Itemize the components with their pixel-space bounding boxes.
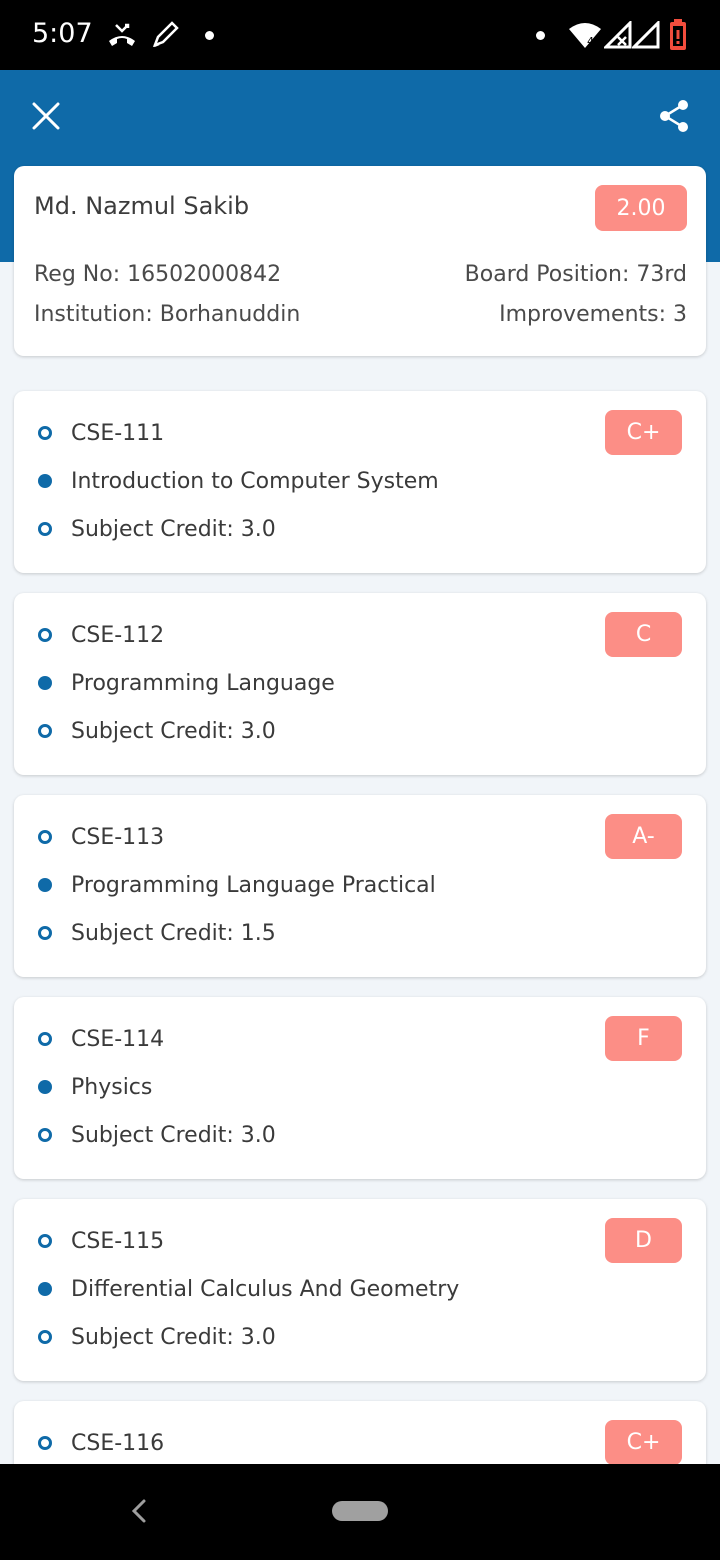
subject-code-row: CSE-114: [38, 1023, 164, 1055]
subject-code-row: CSE-113: [38, 821, 164, 853]
dot-bullet-icon: [38, 878, 52, 892]
subject-credit: Subject Credit: 3.0: [71, 1122, 276, 1148]
signal-icon: [632, 18, 660, 52]
dot-bullet-icon: [38, 1282, 52, 1296]
grade-badge: F: [605, 1016, 682, 1061]
subject-credit: Subject Credit: 1.5: [71, 920, 276, 946]
ring-bullet-icon: [38, 426, 52, 440]
ring-bullet-icon: [38, 1234, 52, 1248]
svg-text:4: 4: [587, 35, 594, 48]
subject-credit: Subject Credit: 3.0: [71, 516, 276, 542]
subject-credit-row: Subject Credit: 3.0: [38, 715, 276, 747]
subject-title: Introduction to Computer System: [71, 468, 439, 494]
ring-bullet-icon: [38, 1330, 52, 1344]
missed-call-icon: [106, 18, 138, 52]
dot-bullet-icon: [38, 676, 52, 690]
ring-bullet-icon: [38, 830, 52, 844]
reg-no: Reg No: 16502000842: [34, 262, 282, 287]
subject-title-row: Differential Calculus And Geometry: [38, 1273, 459, 1305]
pen-icon: [150, 18, 180, 52]
subject-code: CSE-114: [71, 1026, 165, 1052]
subject-title: Physics: [71, 1074, 153, 1100]
ring-bullet-icon: [38, 926, 52, 940]
subject-credit: Subject Credit: 3.0: [71, 1324, 276, 1350]
subject-credit-row: Subject Credit: 1.5: [38, 917, 276, 949]
subject-code: CSE-113: [71, 824, 165, 850]
subject-card[interactable]: CSE-114 F Physics Subject Credit: 3.0: [14, 997, 706, 1179]
subject-code-row: CSE-116: [38, 1427, 164, 1459]
home-pill-icon[interactable]: [332, 1501, 388, 1521]
subject-code-row: CSE-115: [38, 1225, 164, 1257]
student-name: Md. Nazmul Sakib: [34, 192, 250, 220]
subject-code-row: CSE-112: [38, 619, 164, 651]
share-icon[interactable]: [656, 98, 692, 134]
grade-badge: C: [605, 612, 682, 657]
status-bar: 5:07 4: [0, 0, 720, 70]
ring-bullet-icon: [38, 1032, 52, 1046]
ring-bullet-icon: [38, 522, 52, 536]
dot-bullet-icon: [38, 474, 52, 488]
subject-title: Differential Calculus And Geometry: [71, 1276, 460, 1302]
wifi-icon: 4: [568, 18, 602, 52]
subject-title-row: Physics: [38, 1071, 152, 1103]
dot-icon: [205, 18, 214, 52]
subject-code-row: CSE-111: [38, 417, 164, 449]
subject-credit-row: Subject Credit: 3.0: [38, 1321, 276, 1353]
subject-credit-row: Subject Credit: 3.0: [38, 1119, 276, 1151]
institution: Institution: Borhanuddin: [34, 302, 301, 327]
subject-code: CSE-111: [71, 420, 165, 446]
subject-code: CSE-116: [71, 1430, 165, 1456]
subject-title: Programming Language: [71, 670, 335, 696]
ring-bullet-icon: [38, 1128, 52, 1142]
subject-card[interactable]: CSE-113 A- Programming Language Practica…: [14, 795, 706, 977]
subject-title: Programming Language Practical: [71, 872, 436, 898]
signal-icon: [604, 18, 632, 52]
subject-credit: Subject Credit: 3.0: [71, 718, 276, 744]
student-info-card: Md. Nazmul Sakib 2.00 Reg No: 1650200084…: [14, 166, 706, 356]
battery-low-icon: [668, 18, 688, 52]
board-position: Board Position: 73rd: [464, 262, 687, 287]
subject-credit-row: Subject Credit: 3.0: [38, 513, 276, 545]
subject-title-row: Programming Language Practical: [38, 869, 436, 901]
subject-title-row: Programming Language: [38, 667, 335, 699]
subject-card[interactable]: CSE-112 C Programming Language Subject C…: [14, 593, 706, 775]
navigation-bar: [0, 1464, 720, 1560]
subject-code: CSE-112: [71, 622, 165, 648]
subject-card[interactable]: CSE-115 D Differential Calculus And Geom…: [14, 1199, 706, 1381]
grade-badge: A-: [605, 814, 682, 859]
back-icon[interactable]: [126, 1496, 152, 1526]
dot-icon: [536, 18, 545, 52]
close-icon[interactable]: [26, 96, 66, 136]
subject-card[interactable]: CSE-111 C+ Introduction to Computer Syst…: [14, 391, 706, 573]
ring-bullet-icon: [38, 724, 52, 738]
ring-bullet-icon: [38, 628, 52, 642]
grade-badge: C+: [605, 410, 682, 455]
grade-badge: C+: [605, 1420, 682, 1465]
gpa-badge: 2.00: [595, 185, 687, 231]
subject-code: CSE-115: [71, 1228, 165, 1254]
subject-title-row: Introduction to Computer System: [38, 465, 439, 497]
dot-bullet-icon: [38, 1080, 52, 1094]
status-time: 5:07: [32, 18, 93, 49]
ring-bullet-icon: [38, 1436, 52, 1450]
improvements: Improvements: 3: [499, 302, 687, 327]
grade-badge: D: [605, 1218, 682, 1263]
